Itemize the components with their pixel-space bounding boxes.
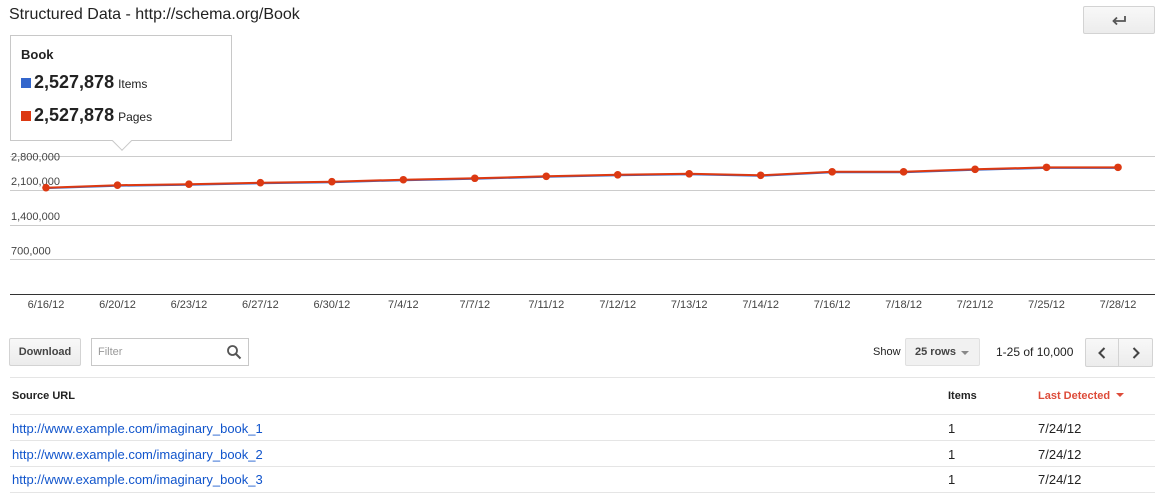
data-point	[471, 174, 479, 183]
x-tick-label: 6/16/12	[28, 299, 65, 311]
col-header-items[interactable]: Items	[948, 390, 977, 402]
data-point	[756, 171, 765, 180]
data-point	[971, 165, 979, 174]
x-tick-label: 7/16/12	[814, 299, 851, 311]
series-line-items	[45, 166, 1118, 190]
data-point	[113, 181, 122, 189]
x-tick-label: 7/4/12	[388, 299, 419, 311]
pagination-range: 1-25 of 10,000	[996, 345, 1074, 359]
rows-select-value: 25 rows	[915, 346, 956, 358]
data-point	[328, 177, 336, 186]
filter-field[interactable]	[91, 338, 249, 366]
table-row-2-url[interactable]: http://www.example.com/imaginary_book_2	[12, 447, 263, 462]
chevron-left-icon	[1098, 346, 1106, 359]
data-point	[185, 180, 193, 188]
data-point	[256, 178, 265, 187]
table-row-divider	[10, 492, 1155, 493]
x-tick-label: 7/12/12	[599, 299, 636, 311]
y-tick-label: 1,400,000	[11, 211, 60, 223]
filter-input[interactable]	[92, 339, 217, 365]
next-page-button[interactable]	[1119, 338, 1153, 367]
x-tick-label: 7/21/12	[957, 299, 994, 311]
data-point	[1114, 163, 1122, 172]
source-url-link[interactable]: http://www.example.com/imaginary_book_2	[12, 447, 263, 462]
line-chart[interactable]: 2,800,000 2,100,000 1,400,000 700,000 6/16/1…	[0, 0, 1163, 330]
data-point	[899, 168, 908, 176]
x-tick-label: 7/11/12	[528, 299, 564, 311]
data-point	[1042, 163, 1051, 172]
table-row-1-url[interactable]: http://www.example.com/imaginary_book_1	[12, 421, 263, 436]
data-point	[828, 168, 836, 176]
x-tick-label: 7/25/12	[1028, 299, 1065, 311]
y-tick-label: 2,100,000	[11, 176, 60, 188]
x-tick-label: 6/20/12	[99, 299, 136, 311]
chevron-down-icon	[961, 351, 969, 355]
sort-desc-icon	[1116, 393, 1125, 397]
x-tick-label: 7/7/12	[460, 299, 491, 311]
source-url-link[interactable]: http://www.example.com/imaginary_book_1	[12, 421, 263, 436]
table-top-divider	[10, 377, 1155, 378]
table-row-2-date: 7/24/12	[1038, 447, 1082, 462]
table-header-divider	[10, 414, 1155, 415]
x-tick-label: 7/14/12	[742, 299, 779, 311]
col-header-last-detected[interactable]: Last Detected	[1038, 390, 1125, 402]
search-icon[interactable]	[226, 344, 242, 360]
x-tick-label: 6/23/12	[171, 299, 208, 311]
x-tick-label: 6/30/12	[314, 299, 351, 311]
table-row-3-url[interactable]: http://www.example.com/imaginary_book_3	[12, 472, 263, 487]
rows-per-page-select[interactable]: 25 rows	[905, 338, 980, 366]
y-tick-label: 2,800,000	[11, 152, 60, 164]
table-row-3-date: 7/24/12	[1038, 472, 1082, 487]
data-point	[685, 170, 693, 178]
download-button[interactable]: Download	[9, 338, 81, 366]
x-tick-label: 6/27/12	[242, 299, 279, 311]
data-point	[399, 175, 408, 184]
data-point	[542, 172, 551, 181]
table-row-divider	[10, 440, 1155, 441]
show-label: Show	[873, 346, 901, 358]
table-row-divider	[10, 466, 1155, 467]
y-tick-label: 700,000	[11, 245, 51, 257]
source-url-link[interactable]: http://www.example.com/imaginary_book_3	[12, 472, 263, 487]
table-row-3-items: 1	[948, 472, 956, 487]
chevron-right-icon	[1132, 346, 1140, 359]
series-line-pages	[45, 166, 1118, 189]
table-row-1-items: 1	[948, 421, 956, 436]
prev-page-button[interactable]	[1085, 338, 1119, 367]
table-row-2-items: 1	[948, 447, 956, 462]
x-tick-label: 7/28/12	[1100, 299, 1137, 311]
x-tick-label: 7/18/12	[885, 299, 922, 311]
data-point	[42, 183, 50, 192]
x-tick-label: 7/13/12	[671, 299, 708, 311]
data-point	[613, 170, 622, 179]
col-header-last-detected-label: Last Detected	[1038, 390, 1111, 402]
col-header-source-url[interactable]: Source URL	[12, 390, 75, 402]
table-row-1-date: 7/24/12	[1038, 421, 1082, 436]
